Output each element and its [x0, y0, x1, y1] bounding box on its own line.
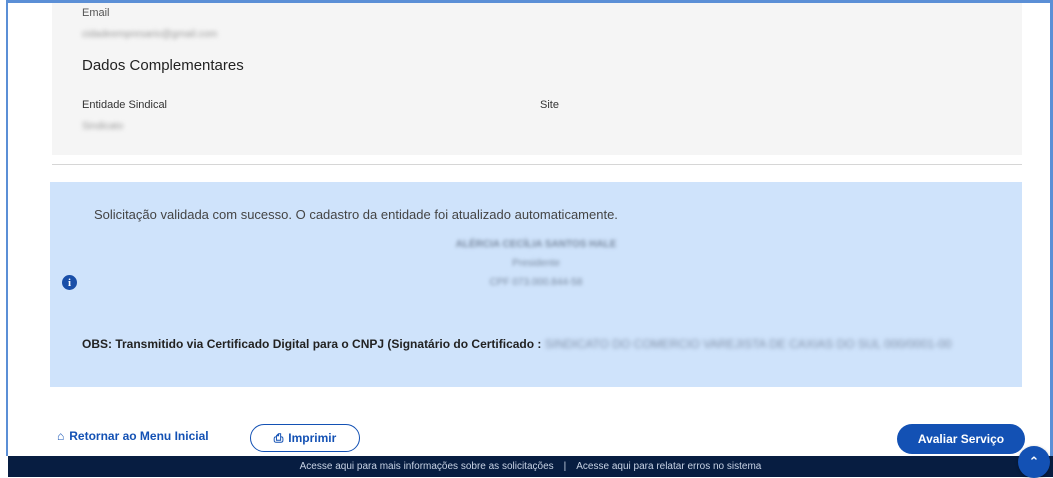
- obs-signatory-value: SINDICATO DO COMERCIO VAREJISTA DE CAXIA…: [544, 337, 952, 351]
- obs-note: OBS: Transmitido via Certificado Digital…: [82, 334, 1012, 354]
- footer-separator: |: [563, 461, 567, 472]
- signatory-cpf: CPF 073.000.844-58: [489, 277, 583, 288]
- printer-icon: ⎙: [273, 430, 284, 445]
- signatory-name: ALÉRCIA CECÍLIA SANTOS HALE: [455, 239, 617, 250]
- return-to-menu-link[interactable]: ⌂ Retornar ao Menu Inicial: [57, 429, 209, 443]
- complementary-data-title: Dados Complementares: [82, 57, 244, 74]
- entidade-sindical-value: Sindicato: [82, 121, 124, 132]
- chevron-up-icon: ⌃: [1028, 454, 1040, 469]
- entidade-sindical-label: Entidade Sindical: [82, 99, 168, 111]
- email-label: Email: [82, 7, 110, 19]
- footer-bar: Acesse aqui para mais informações sobre …: [8, 456, 1053, 477]
- obs-label: OBS: Transmitido via Certificado Digital…: [82, 337, 542, 351]
- success-alert: Solicitação validada com sucesso. O cada…: [50, 182, 1022, 387]
- window-left-border: [0, 0, 8, 456]
- evaluate-service-button[interactable]: Avaliar Serviço: [897, 424, 1025, 454]
- email-value: cidadeempresario@gmail.com: [82, 29, 218, 40]
- return-to-menu-label: Retornar ao Menu Inicial: [69, 429, 209, 443]
- signatory-block: ALÉRCIA CECÍLIA SANTOS HALE Presidente C…: [50, 235, 1022, 292]
- footer-info-link[interactable]: Acesse aqui para mais informações sobre …: [300, 461, 554, 472]
- home-icon: ⌂: [57, 429, 65, 443]
- back-to-top-button[interactable]: ⌃: [1018, 446, 1050, 478]
- evaluate-service-label: Avaliar Serviço: [917, 432, 1005, 446]
- alert-message: Solicitação validada com sucesso. O cada…: [94, 207, 618, 222]
- signatory-role: Presidente: [512, 258, 560, 269]
- print-button-label: Imprimir: [288, 431, 337, 445]
- site-label: Site: [540, 99, 559, 111]
- print-button[interactable]: ⎙ Imprimir: [250, 424, 360, 452]
- footer-error-link[interactable]: Acesse aqui para relatar erros no sistem…: [576, 461, 761, 472]
- section-divider: [52, 164, 1022, 165]
- entity-data-card: Email cidadeempresario@gmail.com Dados C…: [52, 3, 1022, 155]
